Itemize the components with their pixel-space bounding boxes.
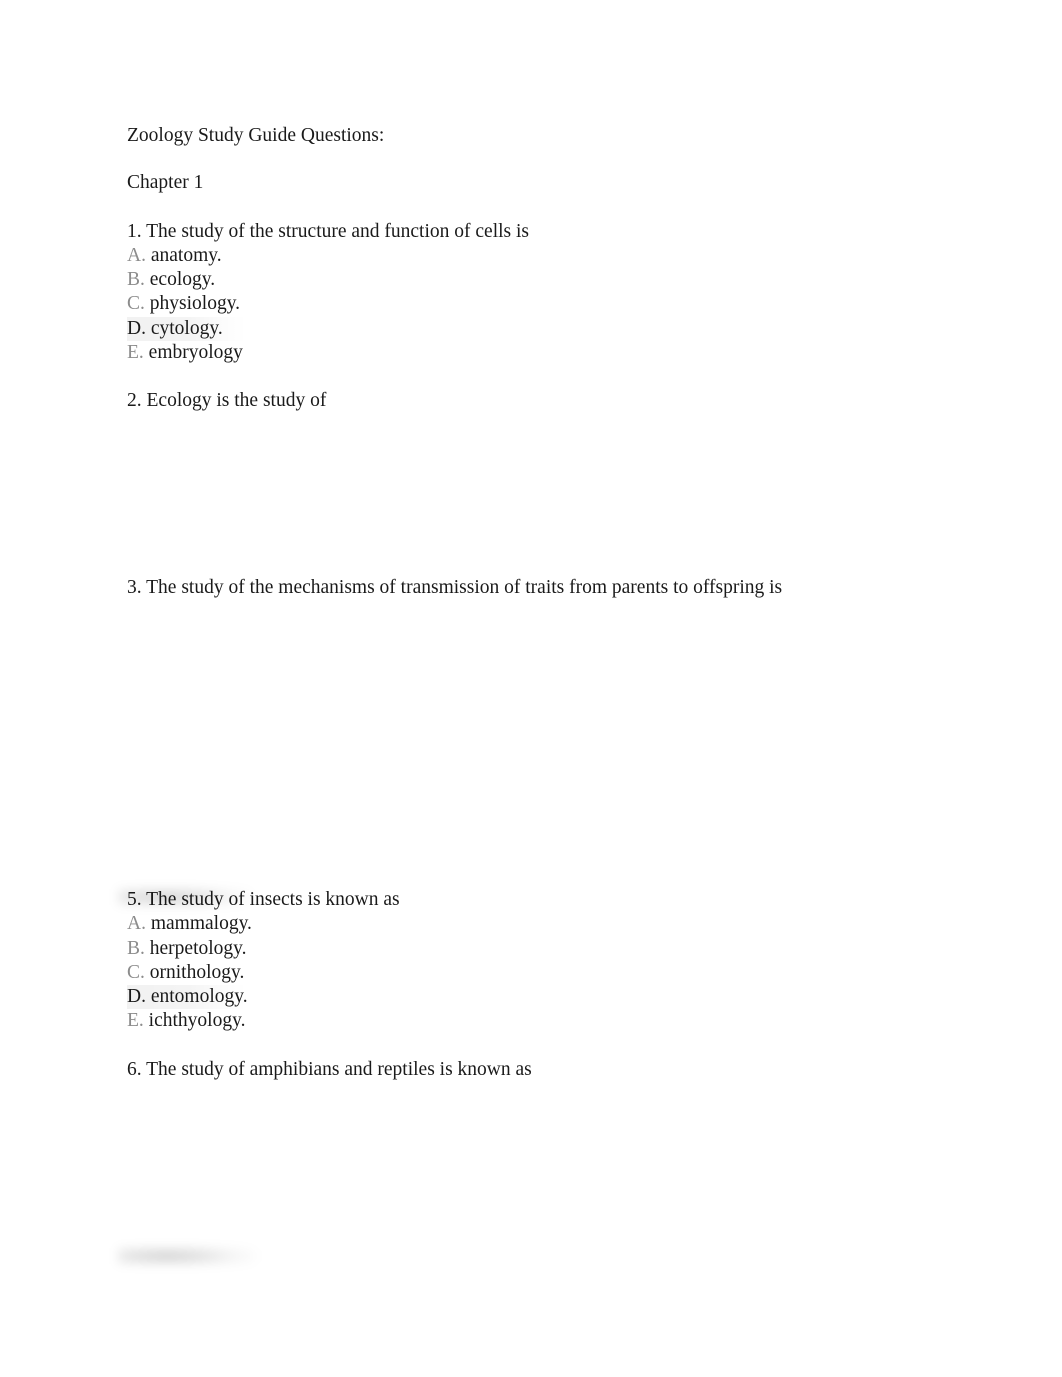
option-marker: D. <box>127 986 146 1008</box>
option-1-c[interactable]: C. physiology. <box>127 292 957 316</box>
chapter-heading: Chapter 1 <box>127 172 204 194</box>
option-5-e[interactable]: E. ichthyology. <box>127 1009 957 1033</box>
option-1-a[interactable]: A. anatomy. <box>127 244 957 268</box>
option-5-b[interactable]: B. herpetology. <box>127 937 957 961</box>
option-marker: E. <box>127 342 144 364</box>
option-marker: A. <box>127 913 146 935</box>
option-text: physiology. <box>144 293 241 315</box>
hidden-answers-area-2 <box>127 414 957 576</box>
option-text: ichthyology. <box>143 1010 246 1032</box>
option-text: ecology. <box>144 269 216 291</box>
redacted-blur-region-lower <box>118 1248 258 1264</box>
question-stem-2: 2. Ecology is the study of <box>127 390 327 412</box>
option-list-5: A. mammalogy. B. herpetology. C. ornitho… <box>127 912 957 1033</box>
option-text: mammalogy. <box>145 913 252 935</box>
document-title: Zoology Study Guide Questions: <box>127 125 385 146</box>
question-stem-3: 3. The study of the mechanisms of transm… <box>127 576 783 598</box>
option-1-d[interactable]: D. cytology. <box>127 316 957 342</box>
option-5-d[interactable]: D. entomology. <box>127 985 957 1010</box>
question-stem-5: 5. The study of insects is known as <box>127 888 400 910</box>
option-5-a[interactable]: A. mammalogy. <box>127 912 957 936</box>
option-marker: B. <box>127 269 145 291</box>
document-page: Zoology Study Guide Questions: Chapter 1… <box>0 0 1062 1377</box>
option-5-c[interactable]: C. ornithology. <box>127 961 957 985</box>
question-stem-6: 6. The study of amphibians and reptiles … <box>127 1058 532 1080</box>
question-block-6: 6. The study of amphibians and reptiles … <box>127 1058 957 1244</box>
option-marker: C. <box>127 961 145 983</box>
option-marker: B. <box>127 937 145 959</box>
question-block-3: 3. The study of the mechanisms of transm… <box>127 576 957 888</box>
option-1-b[interactable]: B. ecology. <box>127 268 957 292</box>
question-block-5: 5. The study of insects is known as A. m… <box>127 888 957 1034</box>
option-text: anatomy. <box>145 244 222 266</box>
option-list-1: A. anatomy. B. ecology. C. physiology. D… <box>127 244 957 365</box>
option-marker: D. <box>127 317 146 339</box>
option-text: herpetology. <box>144 937 247 959</box>
hidden-answers-area-3 <box>127 600 957 888</box>
document-body: Zoology Study Guide Questions: Chapter 1… <box>127 124 957 1244</box>
hidden-answers-area-6 <box>127 1082 957 1244</box>
question-block-1: 1. The study of the structure and functi… <box>127 220 957 366</box>
option-text: entomology. <box>145 986 248 1008</box>
option-marker: E. <box>127 1010 144 1032</box>
option-1-e[interactable]: E. embryology <box>127 341 957 365</box>
option-text: embryology <box>143 342 243 364</box>
option-text: ornithology. <box>144 961 245 983</box>
option-marker: A. <box>127 244 146 266</box>
question-stem-1: 1. The study of the structure and functi… <box>127 220 530 242</box>
option-text: cytology. <box>145 317 223 339</box>
option-marker: C. <box>127 293 145 315</box>
question-block-2: 2. Ecology is the study of <box>127 389 957 575</box>
